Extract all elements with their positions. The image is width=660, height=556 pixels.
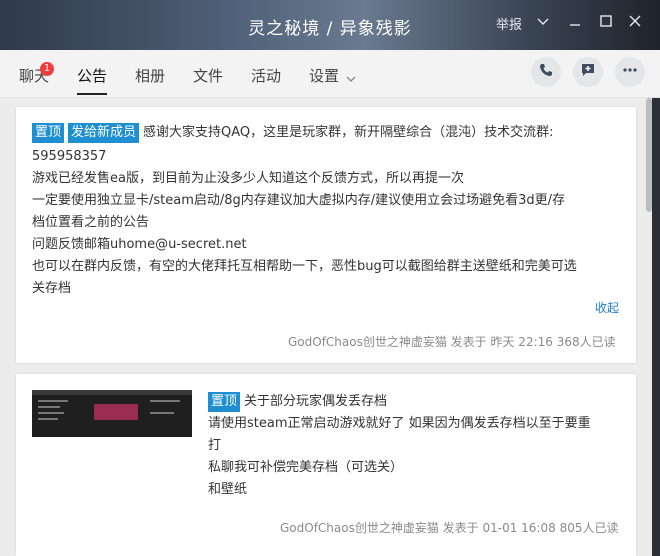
phone-icon xyxy=(538,62,554,82)
report-button[interactable]: 举报 xyxy=(496,14,522,33)
new-notice-button[interactable] xyxy=(573,57,603,87)
pinned-tag: 置顶 xyxy=(208,392,241,412)
phone-call-button[interactable] xyxy=(531,57,561,87)
notice-text-line: 关存档 xyxy=(32,281,72,296)
title-bar: 灵之秘境 / 异象残影 举报 xyxy=(0,0,660,50)
window-edge xyxy=(652,98,660,556)
unread-badge: 1 xyxy=(40,62,54,76)
notice-text-line: 一定要使用独立显卡/steam启动/8g内存建议加大虚拟内存/建议使用立会过场避… xyxy=(32,193,566,208)
more-options-button[interactable] xyxy=(615,57,645,87)
scrollbar-thumb[interactable] xyxy=(646,98,652,212)
notice-text-line: 也可以在群内反馈，有空的大佬拜托互相帮助一下，恶性bug可以截图给群主送壁纸和完… xyxy=(32,259,577,274)
notice-first-line: 置顶 关于部分玩家偶发丢存档 xyxy=(208,392,387,412)
chevron-down-icon[interactable] xyxy=(536,14,550,28)
close-icon[interactable] xyxy=(628,14,642,28)
notice-text-line: 游戏已经发售ea版，到目前为止没多少人知道这个反馈方式，所以再提一次 xyxy=(32,171,464,186)
tab-album[interactable]: 相册 xyxy=(135,65,165,86)
window-title: 灵之秘境 / 异象残影 xyxy=(248,19,412,39)
notice-text-line: 595958357 xyxy=(32,149,107,164)
notice-meta: GodOfChaos创世之神虚妄猫 发表于 昨天 22:16 368人已读 xyxy=(288,335,616,349)
notice-text-line: 私聊我可补偿完美存档（可选关） xyxy=(208,460,404,475)
tab-file[interactable]: 文件 xyxy=(193,65,223,86)
chevron-down-icon[interactable] xyxy=(346,68,356,87)
notice-text-line: 问题反馈邮箱uhome@u-secret.net xyxy=(32,237,247,252)
collapse-link[interactable]: 收起 xyxy=(595,299,619,316)
notice-text-line: 关于部分玩家偶发丢存档 xyxy=(244,394,388,409)
notice-first-line: 置顶 发给新成员 感谢大家支持QAQ，这里是玩家群，新开隔壁综合（混沌）技术交流群: xyxy=(32,123,554,143)
notice-text-line: 感谢大家支持QAQ，这里是玩家群，新开隔壁综合（混沌）技术交流群: xyxy=(143,125,554,140)
notice-text-line: 打 xyxy=(208,438,222,453)
maximize-icon[interactable] xyxy=(599,14,613,28)
tab-activity[interactable]: 活动 xyxy=(251,65,281,86)
minimize-icon[interactable] xyxy=(568,14,582,28)
add-comment-icon xyxy=(580,62,596,82)
more-horizontal-icon xyxy=(622,62,638,82)
notice-text-line: 和壁纸 xyxy=(208,482,248,497)
notice-thumbnail-image[interactable] xyxy=(32,390,192,437)
notice-card[interactable] xyxy=(16,107,636,363)
new-member-tag: 发给新成员 xyxy=(68,123,140,143)
tab-settings[interactable]: 设置 xyxy=(309,65,339,86)
tab-notice[interactable]: 公告 xyxy=(77,65,108,95)
notice-meta: GodOfChaos创世之神虚妄猫 发表于 01-01 16:08 805人已读 xyxy=(280,521,619,535)
notice-text-line: 请使用steam正常启动游戏就好了 如果因为偶发丢存档以至于要重 xyxy=(208,416,591,431)
notice-text-line: 档位置看之前的公告 xyxy=(32,215,150,230)
pinned-tag: 置顶 xyxy=(32,123,65,143)
